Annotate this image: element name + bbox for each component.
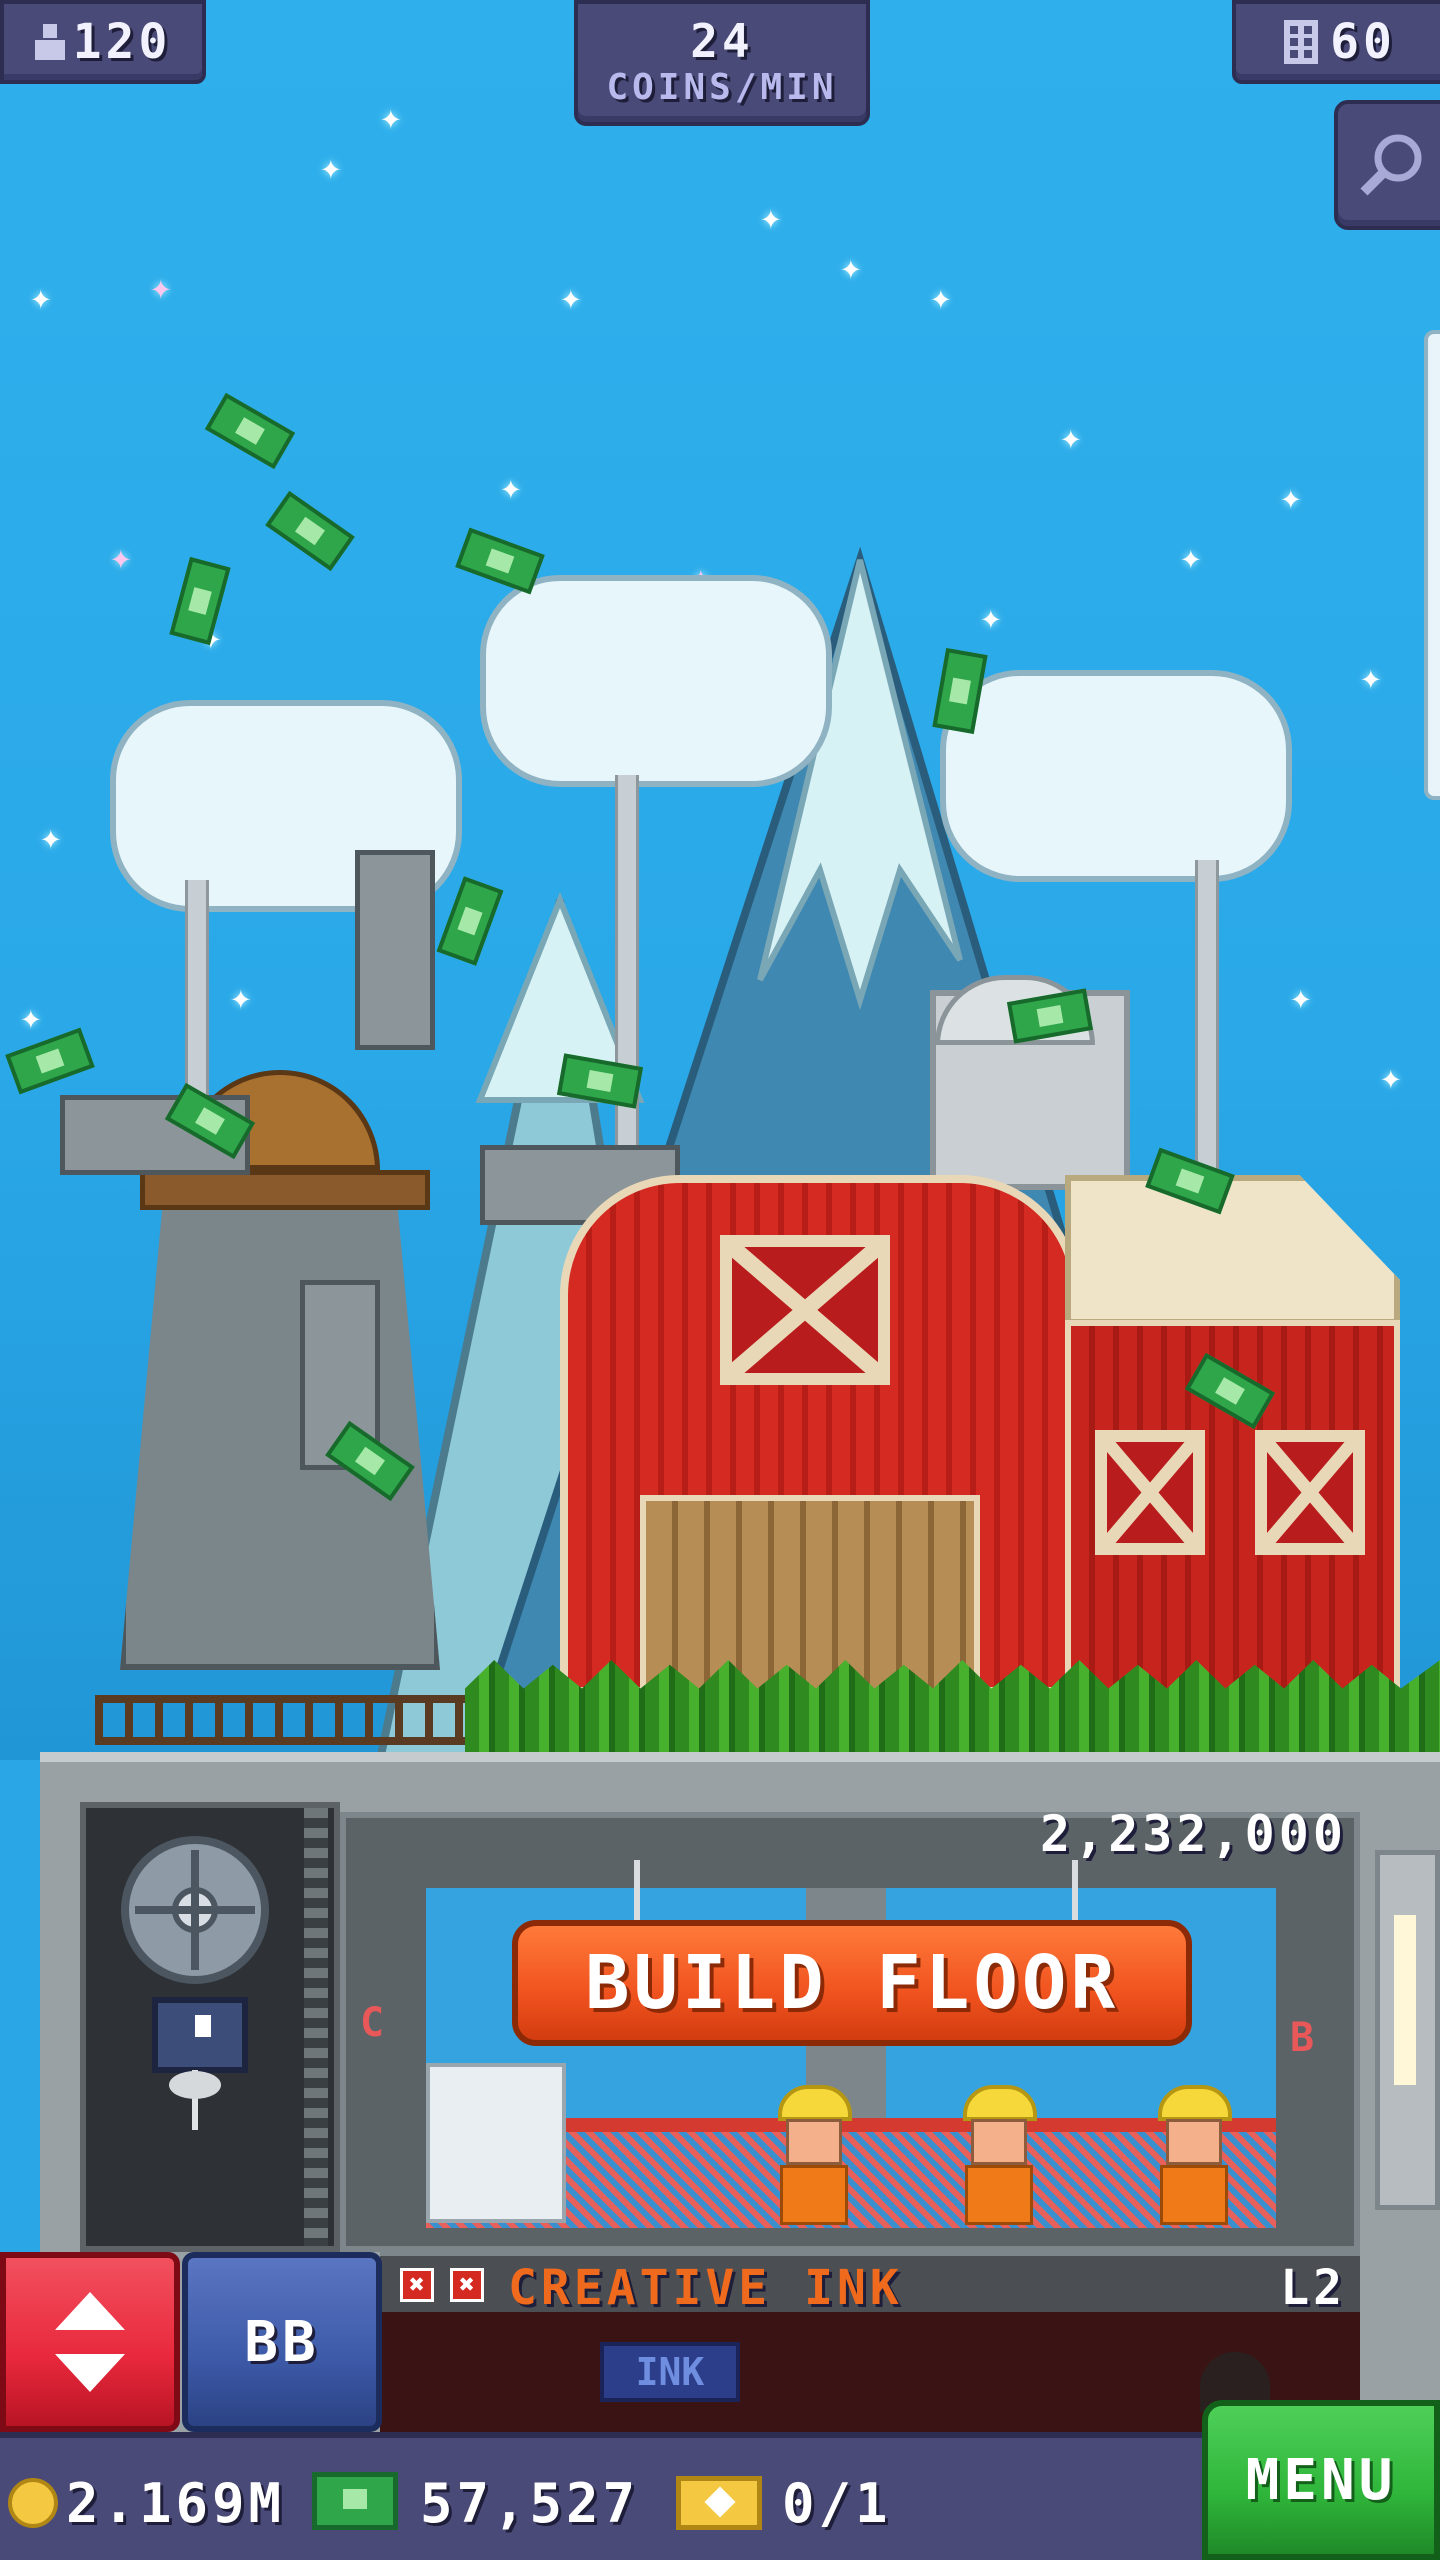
barn (560, 1175, 1400, 1695)
build-floor-button[interactable]: BUILD FLOOR (512, 1920, 1192, 2046)
bux-icon (312, 2472, 398, 2530)
coins-value: 2.169M (66, 2472, 286, 2535)
floor-right-marker: B (1290, 2015, 1315, 2061)
cloud-right (940, 670, 1292, 882)
build-cost: 2,232,000 (1040, 1805, 1347, 1863)
cloud-center (480, 575, 832, 787)
ticket-icon (676, 2476, 762, 2530)
windmill-blade (355, 850, 435, 1050)
coins-rate-value: 24 (690, 14, 754, 68)
barn-door (640, 1495, 980, 1695)
floors-display: 60 (1232, 0, 1440, 84)
elevator-button[interactable] (0, 2252, 180, 2432)
floors-value: 60 (1330, 14, 1396, 70)
floor-left-marker: C (360, 2000, 385, 2046)
ink-sign: INK (600, 2342, 740, 2402)
sign-string (1072, 1860, 1078, 1920)
menu-button[interactable]: MENU (1202, 2400, 1440, 2560)
person-icon (34, 24, 65, 60)
floor-level: L2 (1280, 2260, 1346, 2316)
windmill-cap (140, 1170, 430, 1210)
sign-string (634, 1860, 640, 1920)
coins-rate-display: 24 COINS/MIN (574, 0, 870, 126)
build-floor-label: BUILD FLOOR (584, 1940, 1120, 2026)
pipe (1195, 860, 1219, 1190)
population-display: 120 (0, 0, 206, 84)
population-value: 120 (72, 14, 172, 70)
worker (770, 2085, 860, 2225)
worker (955, 2085, 1045, 2225)
windmill (120, 1180, 440, 1670)
bb-label: BB (244, 2309, 320, 2375)
vacancy-icon: ✖ (450, 2268, 484, 2302)
coins-rate-unit: COINS/MIN (606, 67, 838, 108)
bux-value: 57,527 (420, 2472, 640, 2535)
zoom-button[interactable] (1334, 100, 1440, 230)
elevator-pulley (121, 1836, 269, 2130)
worker (1150, 2085, 1240, 2225)
coin-icon (8, 2478, 58, 2528)
menu-label: MENU (1245, 2447, 1397, 2513)
building-icon (1284, 20, 1319, 64)
zoom-icon (1360, 134, 1422, 196)
vacancy-icon: ✖ (400, 2268, 434, 2302)
elevator-arrows-icon (55, 2292, 125, 2392)
tower-side-panel (1375, 1850, 1440, 2210)
floor-name: CREATIVE INK (508, 2260, 903, 2316)
tickets-value: 0/1 (782, 2472, 892, 2535)
floor-label-bar: ✖ ✖ CREATIVE INK L2 (380, 2252, 1360, 2316)
fence (95, 1695, 495, 1745)
side-scroll-tab[interactable] (1424, 330, 1440, 800)
bb-button[interactable]: BB (182, 2252, 382, 2432)
